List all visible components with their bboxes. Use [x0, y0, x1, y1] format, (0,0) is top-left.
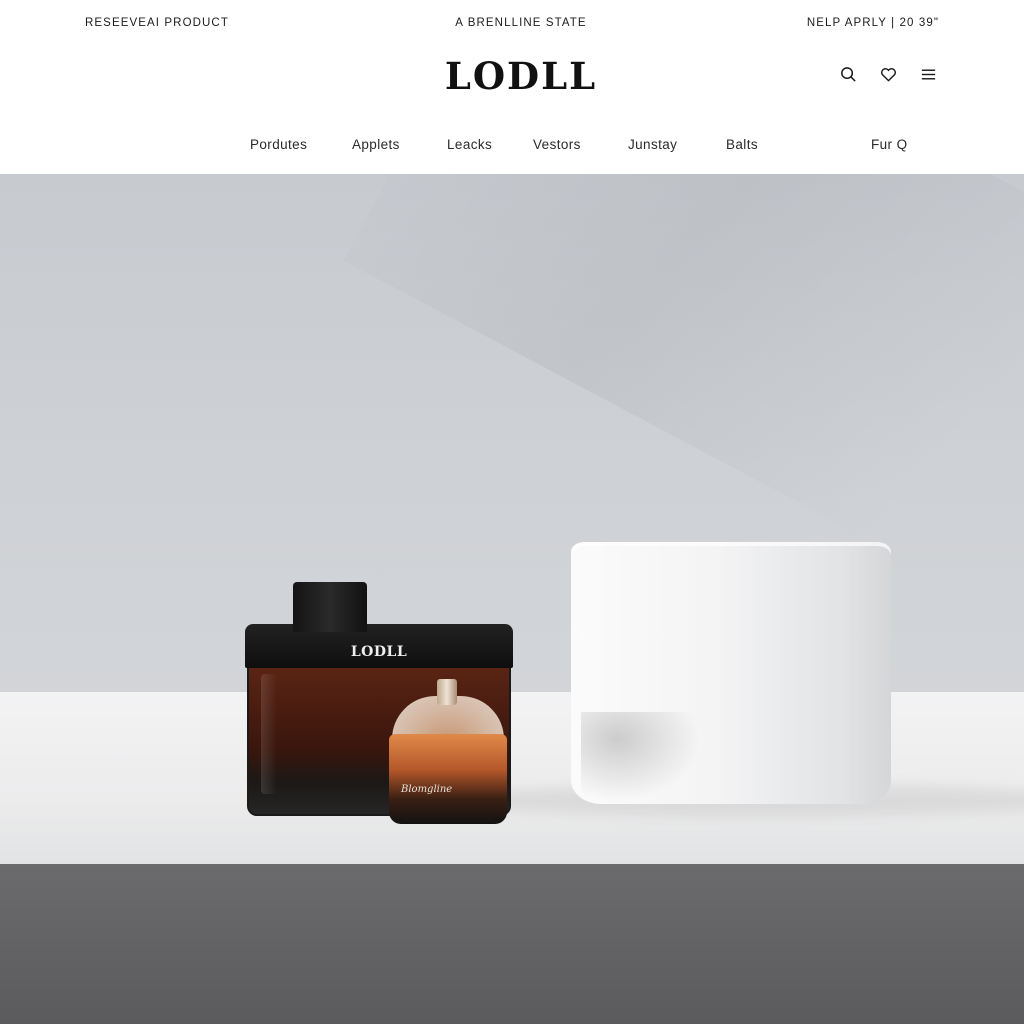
- block-shadow: [581, 712, 701, 802]
- white-display-block: [571, 542, 891, 804]
- amber-bottle[interactable]: Blomgline: [389, 734, 507, 824]
- nav-item-pordutes[interactable]: Pordutes: [250, 137, 307, 152]
- nav-item-applets[interactable]: Applets: [352, 137, 400, 152]
- site-header: RESEEVEAI PRODUCT A BRENLLINE STATE NELP…: [0, 0, 1024, 174]
- product-box-label: LODLL: [350, 644, 408, 660]
- search-icon[interactable]: [838, 64, 859, 85]
- nav-item-balts[interactable]: Balts: [726, 137, 758, 152]
- hero-banner: LODLL Blomgline: [0, 174, 1024, 1024]
- product-box-lid[interactable]: LODLL: [245, 624, 513, 668]
- main-nav: Pordutes Applets Leacks Vestors Junstay …: [0, 137, 1024, 157]
- nav-item-fur-q[interactable]: Fur Q: [871, 137, 908, 152]
- nav-item-leacks[interactable]: Leacks: [447, 137, 492, 152]
- header-icons: [838, 64, 939, 85]
- nav-item-vestors[interactable]: Vestors: [533, 137, 581, 152]
- top-bar-right-text[interactable]: NELP APRLY | 20 39": [807, 17, 939, 29]
- product-box-cap: [293, 582, 367, 632]
- shelf-front: [0, 864, 1024, 1024]
- bottle-neck: [437, 679, 457, 705]
- menu-icon[interactable]: [918, 64, 939, 85]
- nav-item-junstay[interactable]: Junstay: [628, 137, 677, 152]
- bottle-label: Blomgline: [401, 784, 453, 795]
- heart-icon[interactable]: [878, 64, 899, 85]
- glass-highlight: [261, 674, 277, 794]
